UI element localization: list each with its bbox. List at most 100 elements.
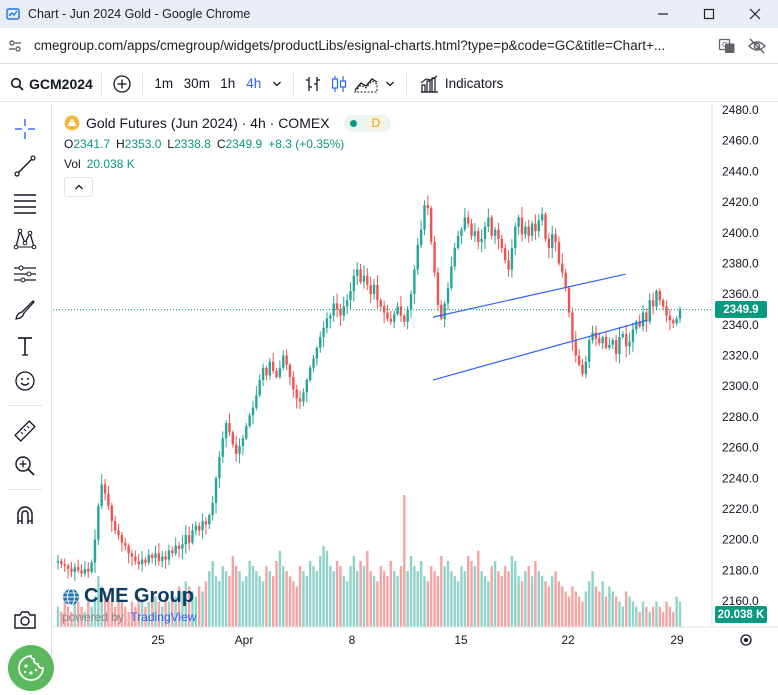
text-icon: [18, 337, 32, 356]
translate-button[interactable]: G: [715, 34, 739, 58]
candle-body: [376, 284, 379, 301]
emoji-tool[interactable]: [10, 367, 40, 395]
candle-body: [416, 245, 419, 270]
brush-tool[interactable]: [10, 296, 40, 324]
last-price-label: 2349.9: [715, 301, 767, 319]
volume-bar: [658, 606, 662, 627]
interval-dropdown-button[interactable]: [267, 70, 287, 98]
time-axis[interactable]: 25 Apr 8 15 22 29: [151, 633, 684, 647]
candle-body: [157, 553, 161, 562]
candle-body: [477, 231, 480, 242]
volume-bar: [611, 591, 614, 627]
low-label: L: [167, 137, 175, 151]
close-value: 2349.9: [225, 137, 263, 151]
candle-body: [514, 226, 517, 249]
candle-body: [480, 238, 483, 242]
candle-body: [389, 318, 393, 322]
zoom-in-tool[interactable]: [10, 452, 40, 480]
site-info-button[interactable]: [6, 37, 24, 55]
tradingview-link[interactable]: TradingView: [130, 610, 196, 624]
volume-bar: [551, 576, 554, 627]
chart-type-dropdown-button[interactable]: [380, 70, 400, 98]
channel-line: [432, 273, 626, 318]
text-tool[interactable]: [10, 332, 40, 360]
price-tick-label: 2260.0: [722, 441, 759, 455]
market-status-pill[interactable]: D: [343, 114, 392, 132]
price-chart[interactable]: 2480.0 2460.0 2440.0 2420.0 2400.0 2380.0 2360…: [53, 103, 778, 655]
volume-bar: [308, 561, 312, 627]
candle-body: [295, 389, 298, 399]
fib-retracement-tool[interactable]: [10, 189, 40, 217]
volume-bar: [507, 571, 510, 627]
symbol-search[interactable]: GCM2024: [10, 70, 93, 98]
prediction-tool[interactable]: [10, 260, 40, 288]
volume-bar: [625, 591, 628, 627]
minimize-button[interactable]: [640, 0, 686, 28]
candle-body: [450, 266, 453, 288]
candle-body: [302, 392, 305, 402]
pattern-tool[interactable]: [10, 225, 40, 253]
area-style-button[interactable]: [352, 70, 380, 98]
candle-body: [211, 502, 214, 516]
compare-symbol-button[interactable]: [108, 70, 136, 98]
volume-bar: [503, 566, 507, 627]
close-window-button[interactable]: [732, 0, 778, 28]
volume-bar: [527, 566, 530, 627]
cookie-settings-button[interactable]: [8, 645, 54, 691]
maximize-icon: [703, 8, 715, 20]
zoom-in-icon: [15, 456, 35, 476]
candles-style-button[interactable]: [326, 70, 352, 98]
cme-watermark[interactable]: CME Group powered by TradingView: [62, 585, 196, 624]
candle-body: [584, 361, 588, 374]
maximize-button[interactable]: [686, 0, 732, 28]
candle-body: [675, 318, 678, 324]
minimize-icon: [658, 13, 668, 15]
toolbar-divider: [141, 72, 143, 95]
toolbar-divider: [405, 72, 407, 95]
volume-bar: [450, 571, 453, 627]
volume-bar: [628, 596, 631, 627]
screenshot-button[interactable]: [10, 606, 40, 634]
candle-body: [628, 341, 631, 347]
chevron-up-icon: [74, 184, 83, 190]
candle-body: [315, 347, 319, 359]
volume-bar: [436, 576, 440, 627]
volume-bar: [517, 576, 520, 627]
volume-bar: [339, 566, 342, 627]
crosshair-tool[interactable]: [10, 115, 40, 143]
ohlc-values: O 2341.7 H 2353.0 L 2338.8 C 2349.9 +8.3 (+0…: [64, 134, 391, 154]
tracking-protection-button[interactable]: [745, 34, 769, 58]
price-axis[interactable]: 2480.0 2460.0 2440.0 2420.0 2400.0 2380.0 2360…: [722, 103, 759, 608]
price-tick-label: 2360.0: [722, 287, 759, 301]
volume-bar: [490, 566, 493, 627]
bars-style-button[interactable]: [300, 70, 326, 98]
collapse-legend-button[interactable]: [64, 177, 93, 197]
candle-body: [618, 337, 621, 354]
indicators-label: Indicators: [444, 76, 504, 91]
url-text[interactable]: cmegroup.com/apps/cmegroup/widgets/produ…: [34, 38, 709, 53]
last-volume-label: 20.038 K: [715, 606, 767, 623]
candle-body: [379, 300, 382, 307]
magnet-tool[interactable]: [10, 501, 40, 529]
candle-body: [144, 559, 147, 563]
measure-tool[interactable]: [10, 417, 40, 445]
candle-body: [668, 315, 672, 321]
candle-body: [329, 315, 332, 319]
trend-line-tool[interactable]: [10, 152, 40, 180]
interval-4h-active[interactable]: 4h: [241, 70, 267, 98]
candle-body: [271, 361, 275, 371]
volume-bar: [345, 581, 349, 627]
address-bar: cmegroup.com/apps/cmegroup/widgets/produ…: [0, 28, 778, 64]
interval-1m[interactable]: 1m: [149, 70, 179, 98]
candle-body: [63, 564, 66, 566]
drawing-toolbar: [0, 103, 52, 655]
volume-bar: [214, 576, 218, 627]
volume-bar: [315, 571, 319, 627]
parallel-channel-drawing[interactable]: [432, 273, 648, 381]
interval-1h[interactable]: 1h: [215, 70, 241, 98]
volume-bar: [631, 601, 635, 627]
indicators-button[interactable]: Indicators: [413, 70, 510, 98]
interval-30m[interactable]: 30m: [179, 70, 215, 98]
chart-settings-button[interactable]: [740, 634, 752, 646]
candle-body: [147, 554, 150, 563]
